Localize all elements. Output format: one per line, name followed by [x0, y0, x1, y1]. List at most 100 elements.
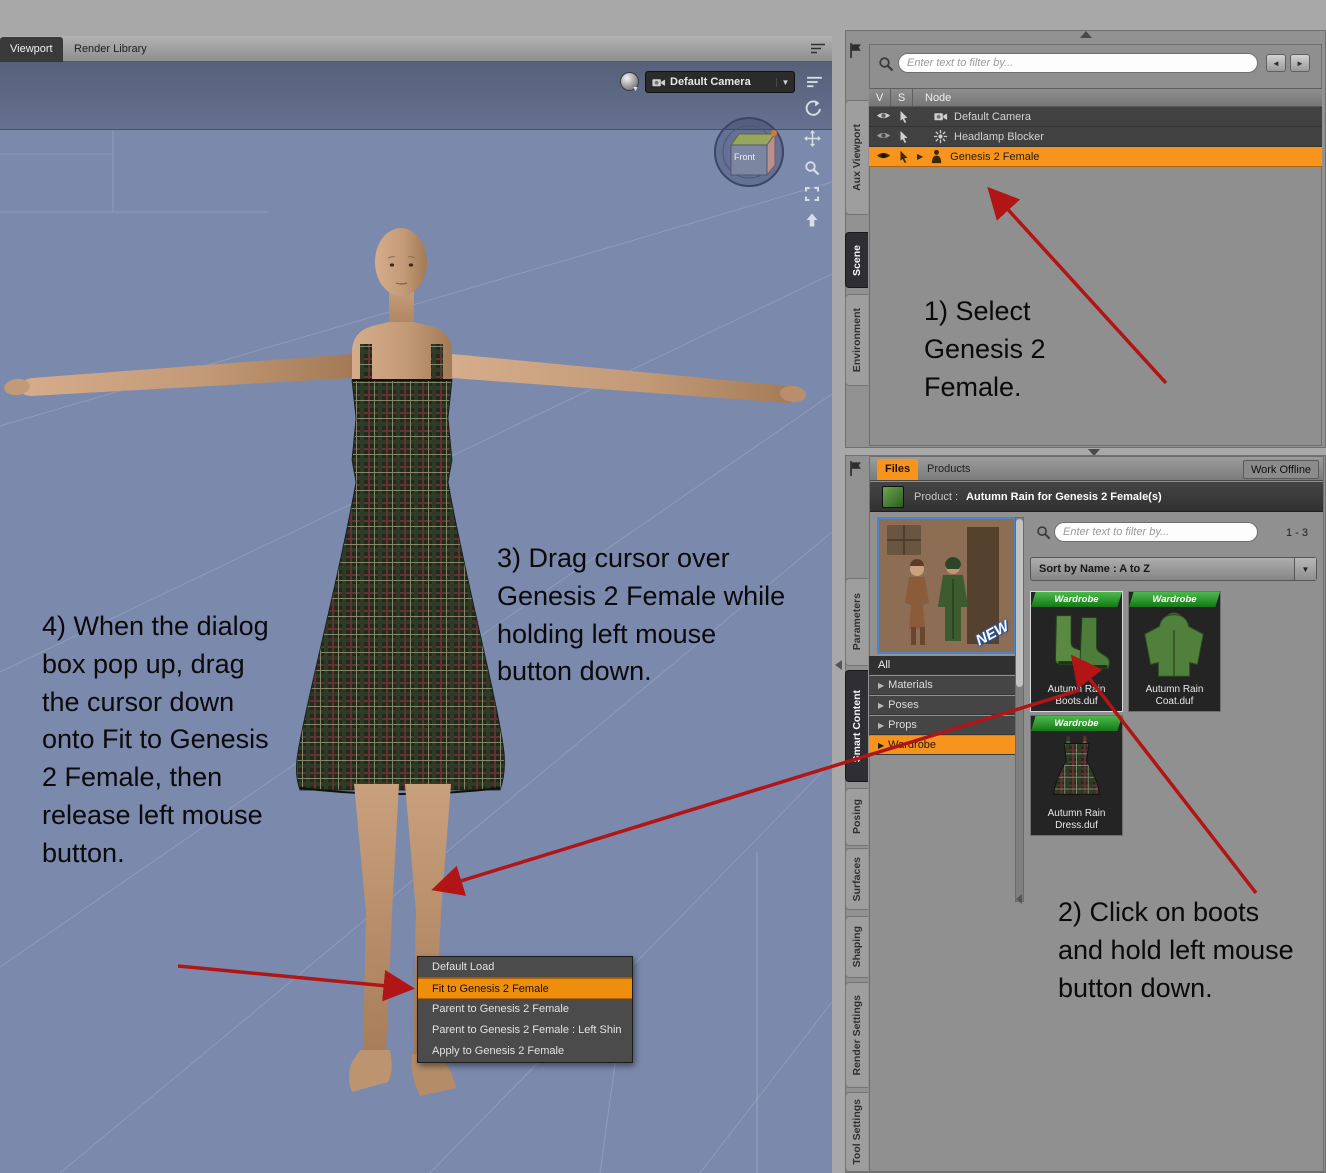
- pan-tool-icon[interactable]: [800, 126, 824, 150]
- scene-node-genesis-2-female[interactable]: ▶ Genesis 2 Female: [869, 147, 1322, 167]
- pane-options-icon[interactable]: [810, 41, 826, 57]
- light-node-icon: [933, 129, 948, 144]
- scene-search-icon: [879, 57, 894, 72]
- wardrobe-ribbon: Wardrobe: [1031, 592, 1122, 607]
- tab-viewport[interactable]: Viewport: [0, 37, 63, 62]
- tab-files[interactable]: Files: [877, 459, 919, 480]
- asset-tile-coat[interactable]: Wardrobe Autumn Rain Coat.duf: [1128, 591, 1221, 712]
- menu-item-default-load[interactable]: Default Load: [418, 957, 632, 978]
- asset-name: Autumn Rain Boots.duf: [1047, 684, 1106, 707]
- wardrobe-ribbon: Wardrobe: [1031, 716, 1122, 731]
- boots-thumbnail: [1054, 615, 1110, 669]
- content-pane-dock-icon[interactable]: [847, 460, 864, 477]
- tab-products[interactable]: Products: [919, 459, 978, 480]
- column-node: Node: [925, 91, 952, 104]
- view-cube[interactable]: Front: [710, 112, 788, 190]
- visibility-eye-icon[interactable]: [876, 149, 891, 164]
- asset-tile-boots[interactable]: Wardrobe Autumn Rain Boots.duf: [1030, 591, 1123, 712]
- daz-studio-window: Viewport Render Library ▼ Default Camera…: [0, 0, 1326, 1173]
- side-tab-surfaces[interactable]: Surfaces: [845, 848, 868, 910]
- reset-view-icon[interactable]: [800, 208, 824, 232]
- camera-selector-label: Default Camera: [670, 76, 751, 88]
- figure-node-icon: [931, 149, 942, 164]
- expand-arrow-icon: ▶: [878, 741, 885, 750]
- product-label: Product :: [914, 490, 959, 503]
- side-tab-tool-settings[interactable]: Tool Settings: [845, 1092, 868, 1172]
- annotation-step2: 2) Click on boots and hold left mouse bu…: [1058, 897, 1294, 1003]
- annotation-step3: 3) Drag cursor over Genesis 2 Female whi…: [497, 543, 786, 687]
- camera-icon: [652, 78, 666, 86]
- asset-name: Autumn Rain Dress.duf: [1047, 808, 1106, 831]
- category-wardrobe[interactable]: ▶ Wardrobe: [869, 736, 1015, 755]
- node-label[interactable]: Default Camera: [954, 111, 1031, 123]
- viewport-pane-tabbar: Viewport Render Library: [0, 36, 832, 62]
- selectable-cursor-icon[interactable]: [897, 130, 911, 144]
- scene-filter-next-button[interactable]: ►: [1290, 54, 1310, 72]
- menu-item-parent-to-left-shin[interactable]: Parent to Genesis 2 Female : Left Shin: [418, 1020, 632, 1041]
- selectable-cursor-icon[interactable]: [897, 150, 911, 164]
- work-offline-button[interactable]: Work Offline: [1243, 460, 1319, 479]
- scene-node-headlamp-blocker[interactable]: Headlamp Blocker: [869, 127, 1322, 147]
- side-tab-posing[interactable]: Posing: [845, 788, 868, 846]
- product-header-bar: Product : Autumn Rain for Genesis 2 Fema…: [870, 482, 1323, 512]
- sort-dropdown[interactable]: Sort by Name : A to Z ▼: [1030, 557, 1317, 581]
- menu-item-apply-to-genesis-2-female[interactable]: Apply to Genesis 2 Female: [418, 1041, 632, 1062]
- scene-pane-dock-icon[interactable]: [847, 42, 864, 59]
- side-tab-smart-content[interactable]: Smart Content: [845, 670, 868, 782]
- drawstyle-dropdown-arrow-icon[interactable]: ▼: [632, 86, 639, 93]
- scene-filter-input[interactable]: [898, 53, 1258, 73]
- content-filter-input[interactable]: [1054, 522, 1258, 542]
- scene-filter-prev-button[interactable]: ◄: [1266, 54, 1286, 72]
- visibility-eye-icon[interactable]: [876, 109, 891, 124]
- camera-dropdown-arrow-icon[interactable]: ▼: [776, 77, 794, 87]
- frame-tool-icon[interactable]: [800, 182, 824, 206]
- expand-arrow-icon: ▶: [878, 681, 885, 690]
- category-poses[interactable]: ▶ Poses: [869, 696, 1015, 715]
- side-tab-shaping[interactable]: Shaping: [845, 916, 868, 978]
- scene-node-default-camera[interactable]: Default Camera: [869, 107, 1322, 127]
- scene-tree-header: V S Node: [869, 88, 1322, 107]
- visibility-eye-icon[interactable]: [876, 129, 891, 144]
- category-all[interactable]: All: [869, 656, 1015, 675]
- node-label[interactable]: Headlamp Blocker: [954, 131, 1044, 143]
- selectable-cursor-icon[interactable]: [897, 110, 911, 124]
- content-search-icon: [1037, 526, 1051, 540]
- wardrobe-ribbon: Wardrobe: [1129, 592, 1220, 607]
- content-splitter-arrow[interactable]: [1016, 894, 1022, 904]
- camera-node-icon: [934, 113, 948, 121]
- camera-selector[interactable]: Default Camera ▼: [645, 71, 795, 93]
- category-materials[interactable]: ▶ Materials: [869, 676, 1015, 695]
- expand-arrow-icon[interactable]: ▶: [917, 152, 923, 161]
- menu-item-fit-to-genesis-2-female[interactable]: Fit to Genesis 2 Female: [418, 978, 632, 999]
- orbit-tool-icon[interactable]: [800, 96, 824, 120]
- side-tab-render-settings[interactable]: Render Settings: [845, 982, 868, 1088]
- product-name: Autumn Rain for Genesis 2 Female(s): [966, 490, 1162, 503]
- tab-render-library[interactable]: Render Library: [64, 37, 157, 62]
- node-label[interactable]: Genesis 2 Female: [950, 151, 1039, 163]
- side-tab-environment[interactable]: Environment: [845, 294, 868, 386]
- annotation-step4: 4) When the dialog box pop up, drag the …: [42, 611, 269, 868]
- asset-tile-dress[interactable]: Wardrobe Autumn Rain Dress.duf: [1030, 715, 1123, 836]
- product-image[interactable]: NEW: [877, 517, 1016, 654]
- asset-name: Autumn Rain Coat.duf: [1145, 684, 1204, 707]
- category-props[interactable]: ▶ Props: [869, 716, 1015, 735]
- viewport-pane-menu-icon[interactable]: [806, 74, 823, 91]
- side-tab-parameters[interactable]: Parameters: [845, 578, 868, 666]
- column-selectable: S: [891, 89, 913, 106]
- fit-context-menu: Default Load Fit to Genesis 2 Female Par…: [417, 956, 633, 1063]
- scene-panel-collapse-up-arrow[interactable]: [1080, 31, 1092, 38]
- scrollbar-thumb[interactable]: [1016, 519, 1023, 687]
- expand-arrow-icon: ▶: [878, 701, 885, 710]
- dress-thumbnail: [1052, 735, 1101, 795]
- splitter-collapse-arrow[interactable]: [835, 660, 842, 670]
- column-visible: V: [869, 89, 891, 106]
- annotation-step1: 1) Select Genesis 2 Female.: [924, 296, 1046, 402]
- category-scrollbar[interactable]: [1015, 517, 1024, 902]
- side-tab-aux-viewport[interactable]: Aux Viewport: [845, 100, 868, 215]
- side-tab-scene[interactable]: Scene: [845, 232, 868, 288]
- sort-dropdown-arrow-icon[interactable]: ▼: [1294, 558, 1316, 580]
- result-range: 1 - 3: [1286, 527, 1309, 539]
- menu-item-parent-to-genesis-2-female[interactable]: Parent to Genesis 2 Female: [418, 999, 632, 1020]
- expand-arrow-icon: ▶: [878, 721, 885, 730]
- zoom-tool-icon[interactable]: [800, 156, 824, 180]
